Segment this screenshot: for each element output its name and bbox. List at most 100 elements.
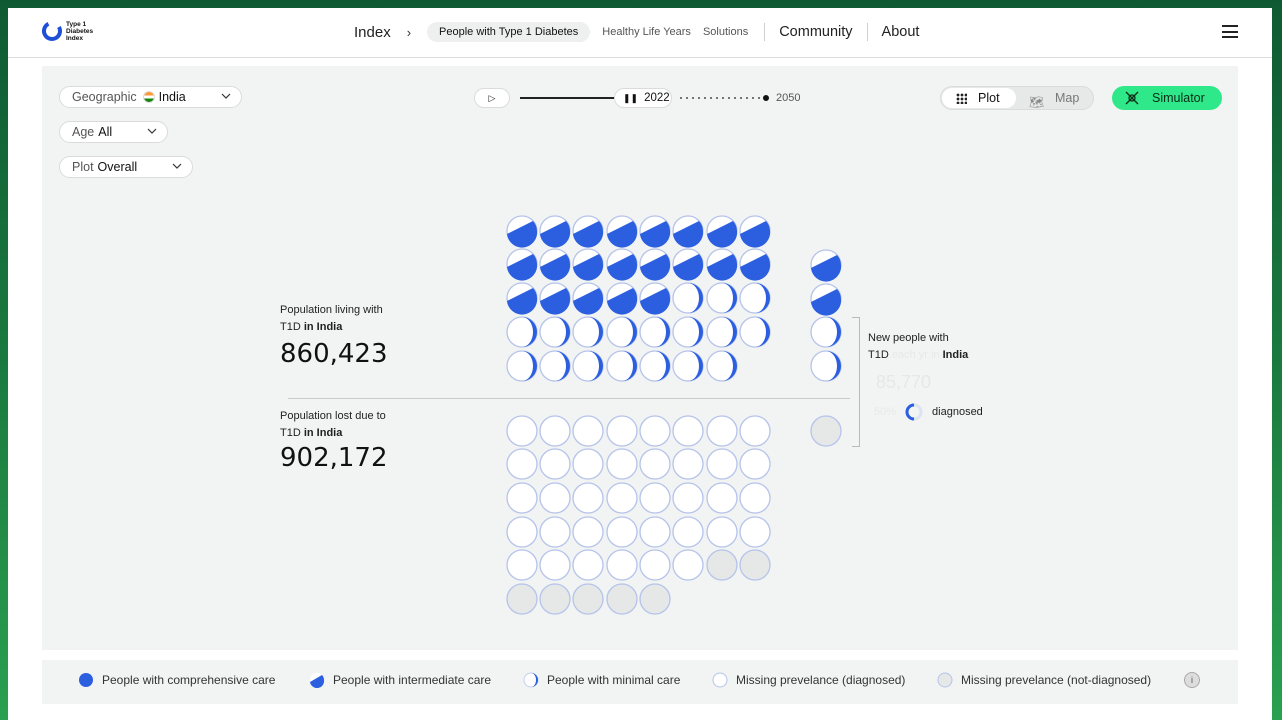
minimal-care-dot	[539, 350, 571, 382]
minimal-care-icon	[523, 672, 539, 688]
nav-about[interactable]: About	[882, 24, 920, 40]
intermediate-care-dot	[672, 215, 704, 248]
missing-diagnosed-dot	[706, 516, 738, 548]
missing-not-diagnosed-dot	[539, 583, 571, 615]
nav-people-t1d[interactable]: People with Type 1 Diabetes	[427, 22, 591, 42]
missing-diagnosed-icon	[712, 672, 728, 688]
missing-diagnosed-dot	[739, 448, 771, 480]
intermediate-care-dot	[606, 215, 638, 248]
intermediate-care-dot	[506, 282, 538, 315]
intermediate-care-dot	[606, 282, 638, 315]
logo-ring-icon	[42, 21, 62, 41]
minimal-care-dot	[506, 350, 538, 382]
intermediate-care-icon	[310, 673, 325, 688]
missing-not-diagnosed-icon	[937, 672, 953, 688]
missing-diagnosed-dot	[539, 482, 571, 514]
minimal-care-dot	[606, 350, 638, 382]
missing-diagnosed-dot	[639, 549, 671, 581]
intermediate-care-dot	[539, 282, 571, 315]
minimal-care-dot	[506, 316, 538, 348]
legend-intermediate: People with intermediate care	[309, 672, 491, 688]
missing-diagnosed-dot	[639, 516, 671, 548]
minimal-care-dot	[539, 316, 571, 348]
chevron-right-icon: ›	[406, 24, 412, 40]
minimal-care-dot	[706, 282, 738, 314]
minimal-care-dot	[706, 316, 738, 348]
intermediate-care-dot	[606, 248, 638, 281]
intermediate-care-dot	[706, 215, 738, 248]
nav-healthy-life-years[interactable]: Healthy Life Years	[602, 26, 691, 38]
missing-diagnosed-dot	[572, 415, 604, 447]
intermediate-care-dot	[706, 248, 738, 281]
intermediate-care-dot	[506, 215, 538, 248]
missing-diagnosed-dot	[739, 482, 771, 514]
missing-diagnosed-dot	[539, 448, 571, 480]
top-nav: Type 1 Diabetes Index Index › People wit…	[8, 8, 1272, 58]
page: Type 1 Diabetes Index Index › People wit…	[8, 8, 1272, 720]
intermediate-care-dot	[639, 248, 671, 281]
missing-diagnosed-dot	[506, 516, 538, 548]
missing-diagnosed-dot	[672, 482, 704, 514]
missing-diagnosed-dot	[706, 448, 738, 480]
nav-index[interactable]: Index	[354, 24, 391, 41]
main-nav: Index › People with Type 1 Diabetes Heal…	[354, 20, 919, 44]
missing-not-diagnosed-dot	[706, 549, 738, 581]
missing-diagnosed-dot	[572, 482, 604, 514]
minimal-care-dot	[572, 350, 604, 382]
info-icon[interactable]: i	[1184, 672, 1200, 688]
legend-missing-not-diagnosed: Missing prevelance (not-diagnosed)	[937, 672, 1151, 688]
hamburger-menu-icon[interactable]	[1222, 25, 1238, 38]
logo[interactable]: Type 1 Diabetes Index	[41, 20, 93, 42]
minimal-care-dot	[606, 316, 638, 348]
intermediate-care-dot	[572, 215, 604, 248]
minimal-care-dot	[639, 316, 671, 348]
missing-diagnosed-dot	[539, 549, 571, 581]
minimal-care-dot	[672, 316, 704, 348]
nav-divider	[866, 23, 868, 41]
missing-diagnosed-dot	[706, 415, 738, 447]
missing-diagnosed-dot	[539, 415, 571, 447]
missing-not-diagnosed-dot	[739, 549, 771, 581]
visualization-panel: Geographic India Age All Plot Overall ▷ …	[42, 66, 1238, 650]
intermediate-care-dot	[539, 215, 571, 248]
minimal-care-dot	[672, 350, 704, 382]
missing-diagnosed-dot	[739, 415, 771, 447]
missing-diagnosed-dot	[606, 482, 638, 514]
legend-missing-diagnosed: Missing prevelance (diagnosed)	[712, 672, 905, 688]
missing-diagnosed-dot	[506, 415, 538, 447]
logo-text: Type 1 Diabetes Index	[66, 20, 94, 42]
comprehensive-care-icon	[79, 673, 93, 687]
intermediate-care-dot	[639, 282, 671, 315]
missing-diagnosed-dot	[606, 448, 638, 480]
missing-diagnosed-dot	[572, 549, 604, 581]
nav-community[interactable]: Community	[779, 24, 852, 40]
intermediate-care-dot	[572, 282, 604, 315]
missing-not-diagnosed-dot	[572, 583, 604, 615]
minimal-care-dot	[810, 316, 842, 348]
minimal-care-dot	[672, 282, 704, 314]
minimal-care-dot	[572, 316, 604, 348]
minimal-care-dot	[706, 350, 738, 382]
legend: People with comprehensive care People wi…	[42, 660, 1238, 704]
nav-solutions[interactable]: Solutions	[703, 26, 748, 38]
minimal-care-dot	[639, 350, 671, 382]
missing-diagnosed-dot	[572, 516, 604, 548]
nav-divider	[764, 23, 766, 41]
intermediate-care-dot	[539, 248, 571, 281]
missing-diagnosed-dot	[672, 516, 704, 548]
missing-diagnosed-dot	[506, 549, 538, 581]
missing-not-diagnosed-dot	[506, 583, 538, 615]
missing-diagnosed-dot	[572, 448, 604, 480]
minimal-care-dot	[810, 350, 842, 382]
missing-diagnosed-dot	[506, 482, 538, 514]
intermediate-care-dot	[810, 283, 842, 316]
missing-not-diagnosed-dot	[606, 583, 638, 615]
intermediate-care-dot	[739, 215, 771, 248]
legend-comprehensive: People with comprehensive care	[78, 672, 275, 688]
missing-diagnosed-dot	[539, 516, 571, 548]
missing-diagnosed-dot	[672, 415, 704, 447]
missing-not-diagnosed-dot	[639, 583, 671, 615]
missing-diagnosed-dot	[706, 482, 738, 514]
intermediate-care-dot	[672, 248, 704, 281]
missing-diagnosed-dot	[672, 448, 704, 480]
